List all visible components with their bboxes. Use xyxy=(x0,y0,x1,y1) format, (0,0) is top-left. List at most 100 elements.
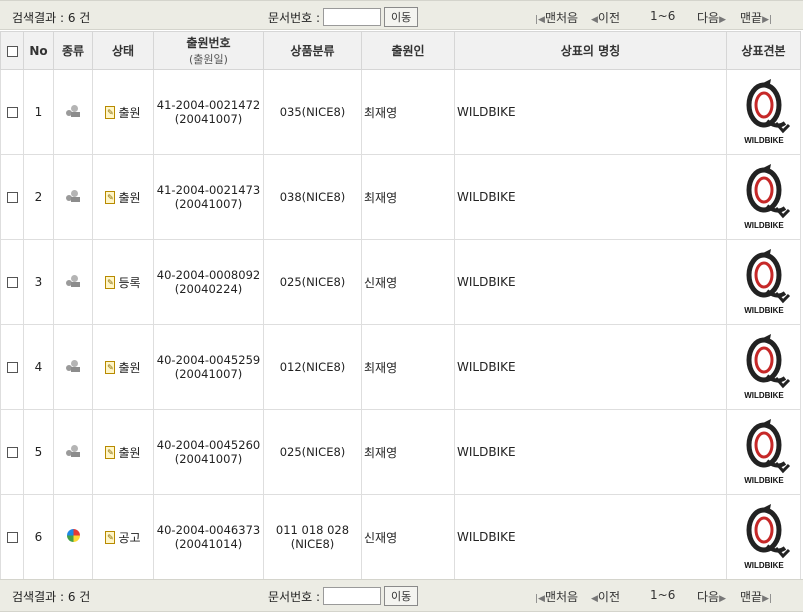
row-applicant: 신재영 xyxy=(361,239,455,325)
person-icon xyxy=(66,359,80,372)
status-text[interactable]: 출원 xyxy=(118,359,140,376)
table-row[interactable]: 3 ✎ 등록 40-2004-0008092 (20040224) 025(NICE8) 신… xyxy=(0,239,801,325)
table-row[interactable]: 4 ✎ 출원 40-2004-0045259 (20041007) 012(NICE8) 최… xyxy=(0,324,801,410)
trademark-logo-image[interactable]: WILDBIKE xyxy=(729,71,799,151)
row-sample: WILDBIKE xyxy=(726,324,801,410)
class-text: 012(NICE8) xyxy=(279,360,346,374)
table-row[interactable]: 5 ✎ 출원 40-2004-0045260 (20041007) 025(NICE8) 최… xyxy=(0,409,801,495)
app-number[interactable]: 40-2004-0046373 xyxy=(154,523,263,537)
row-checkbox[interactable] xyxy=(6,362,18,373)
row-select-cell xyxy=(0,154,24,240)
app-number[interactable]: 40-2004-0045260 xyxy=(154,438,263,452)
pager-prev[interactable]: ◀이전 xyxy=(591,9,620,26)
row-applicant: 최재영 xyxy=(361,69,455,155)
row-name[interactable]: WILDBIKE xyxy=(454,239,727,325)
next-page-icon: ▶ xyxy=(719,15,727,25)
row-no: 5 xyxy=(23,409,54,495)
row-no: 4 xyxy=(23,324,54,410)
row-no: 2 xyxy=(23,154,54,240)
row-app-no: 41-2004-0021472 (20041007) xyxy=(153,69,264,155)
go-button[interactable]: 이동 xyxy=(384,7,419,27)
status-text[interactable]: 공고 xyxy=(118,529,140,546)
table-row[interactable]: 2 ✎ 출원 41-2004-0021473 (20041007) 038(NICE8) 최… xyxy=(0,154,801,240)
logo-text: WILDBIKE xyxy=(744,561,784,570)
trademark-logo-image[interactable]: WILDBIKE xyxy=(729,241,799,321)
logo-text: WILDBIKE xyxy=(744,391,784,400)
doc-number-label: 문서번호 : xyxy=(268,10,321,25)
doc-number-label-bottom: 문서번호 : xyxy=(268,589,321,604)
trademark-logo-image[interactable]: WILDBIKE xyxy=(729,326,799,406)
logo-text: WILDBIKE xyxy=(744,476,784,485)
app-date: (20041007) xyxy=(174,452,243,466)
app-date: (20040224) xyxy=(174,282,243,296)
row-name[interactable]: WILDBIKE xyxy=(454,324,727,410)
pager-first-bottom[interactable]: |◀맨처음 xyxy=(535,588,578,605)
status-text[interactable]: 출원 xyxy=(118,444,140,461)
go-button-bottom[interactable]: 이동 xyxy=(384,586,419,606)
row-applicant: 최재영 xyxy=(361,154,455,240)
row-name[interactable]: WILDBIKE xyxy=(454,494,727,580)
next-page-icon: ▶ xyxy=(719,594,727,604)
app-number[interactable]: 41-2004-0021472 xyxy=(154,98,263,112)
row-name[interactable]: WILDBIKE xyxy=(454,154,727,240)
row-kind xyxy=(53,239,93,325)
row-status: ✎ 등록 xyxy=(92,239,154,325)
trademark-logo-image[interactable]: WILDBIKE xyxy=(729,411,799,491)
status-text[interactable]: 등록 xyxy=(118,274,140,291)
row-kind xyxy=(53,494,93,580)
row-kind xyxy=(53,154,93,240)
pager-last[interactable]: 맨끝▶| xyxy=(740,9,772,26)
prev-page-icon: ◀ xyxy=(591,15,598,25)
table-row[interactable]: 6 ✎ 공고 40-2004-0046373 (20041014) 011 018 028… xyxy=(0,494,801,580)
doc-number-search-bottom: 문서번호 : 이동 xyxy=(268,586,419,606)
app-number[interactable]: 41-2004-0021473 xyxy=(154,183,263,197)
trademark-logo-image[interactable]: WILDBIKE xyxy=(729,496,799,576)
row-checkbox[interactable] xyxy=(6,192,18,203)
row-app-no: 40-2004-0046373 (20041014) xyxy=(153,494,264,580)
logo-text: WILDBIKE xyxy=(744,221,784,230)
row-sample: WILDBIKE xyxy=(726,494,801,580)
result-count: 검색결과 : 6 건 xyxy=(12,11,91,25)
trademark-logo-image[interactable]: WILDBIKE xyxy=(729,156,799,236)
select-all-cell xyxy=(0,31,24,70)
row-kind xyxy=(53,409,93,495)
row-sample: WILDBIKE xyxy=(726,409,801,495)
row-select-cell xyxy=(0,239,24,325)
status-text[interactable]: 출원 xyxy=(118,189,140,206)
row-name[interactable]: WILDBIKE xyxy=(454,69,727,155)
class-text: 025(NICE8) xyxy=(279,445,346,459)
class-text: 025(NICE8) xyxy=(279,275,346,289)
row-checkbox[interactable] xyxy=(6,532,18,543)
prev-page-icon: ◀ xyxy=(591,594,598,604)
table-row[interactable]: 1 ✎ 출원 41-2004-0021472 (20041007) 035(NICE8) 최… xyxy=(0,69,801,155)
logo-text: WILDBIKE xyxy=(744,136,784,145)
pager-prev-bottom[interactable]: ◀이전 xyxy=(591,588,620,605)
pager-first[interactable]: |◀맨처음 xyxy=(535,9,578,26)
row-checkbox[interactable] xyxy=(6,107,18,118)
app-number[interactable]: 40-2004-0008092 xyxy=(154,268,263,282)
row-app-no: 40-2004-0045259 (20041007) xyxy=(153,324,264,410)
pager-range-bottom: 1~6 xyxy=(650,588,676,602)
pager-next[interactable]: 다음▶ xyxy=(697,9,726,26)
select-all-checkbox[interactable] xyxy=(6,45,18,57)
result-count-bottom: 검색결과 : 6 건 xyxy=(12,590,91,604)
results-table: No 종류 상태 출원번호 (출원일) 상품분류 출원인 상표의 명칭 상표견본 … xyxy=(0,31,801,580)
pager-next-bottom[interactable]: 다음▶ xyxy=(697,588,726,605)
document-icon: ✎ xyxy=(105,190,116,204)
row-checkbox[interactable] xyxy=(6,447,18,458)
document-icon: ✎ xyxy=(105,360,116,374)
pager-last-bottom[interactable]: 맨끝▶| xyxy=(740,588,772,605)
app-date: (20041007) xyxy=(174,112,243,126)
doc-number-input-bottom[interactable] xyxy=(323,587,382,605)
person-icon xyxy=(66,104,80,117)
row-app-no: 41-2004-0021473 (20041007) xyxy=(153,154,264,240)
header-app-no: 출원번호 (출원일) xyxy=(153,31,264,70)
row-checkbox[interactable] xyxy=(6,277,18,288)
app-date: (20041007) xyxy=(174,367,243,381)
app-number[interactable]: 40-2004-0045259 xyxy=(154,353,263,367)
row-name[interactable]: WILDBIKE xyxy=(454,409,727,495)
document-icon: ✎ xyxy=(105,105,116,119)
header-no: No xyxy=(23,31,54,70)
doc-number-input[interactable] xyxy=(323,8,382,26)
status-text[interactable]: 출원 xyxy=(118,104,140,121)
